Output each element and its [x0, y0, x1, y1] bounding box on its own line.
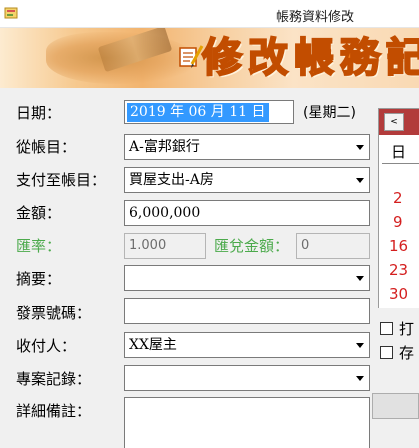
calendar-day[interactable]: 2	[393, 189, 403, 207]
calendar-day[interactable]: 30	[389, 285, 408, 303]
exchanged-amount-input[interactable]: 0	[296, 233, 370, 259]
calendar-header: <	[379, 109, 419, 135]
chevron-down-icon[interactable]	[351, 135, 369, 159]
payee-label: 收付人：	[16, 337, 77, 355]
summary-combo[interactable]	[124, 265, 370, 291]
calendar-sunday-header: 日	[391, 143, 407, 161]
chevron-down-icon[interactable]	[351, 333, 369, 357]
invoice-input[interactable]	[124, 298, 370, 324]
to-account-combo[interactable]: 買屋支出-A房	[124, 167, 370, 193]
option-checkbox-1[interactable]	[380, 322, 393, 335]
month-calendar[interactable]: < 日 2 9 16 23 30	[378, 108, 419, 308]
calendar-divider	[382, 163, 419, 164]
rate-value: 1.000	[129, 238, 167, 253]
amount-input[interactable]: 6,000,000	[124, 200, 370, 226]
invoice-label: 發票號碼：	[16, 304, 92, 322]
rate-label: 匯率：	[16, 237, 62, 255]
app-icon	[4, 7, 18, 19]
project-label: 專案記錄：	[16, 370, 92, 388]
project-combo[interactable]	[124, 365, 370, 391]
chevron-down-icon[interactable]	[351, 266, 369, 290]
project-side-button[interactable]	[372, 393, 419, 419]
account-edit-window: 帳務資料修改 修改帳務記錄 日期： 2019 年 06 月 11 日 (星期二)…	[0, 0, 419, 448]
notes-label: 詳細備註：	[16, 402, 92, 420]
to-account-label: 支付至帳目：	[16, 171, 107, 189]
window-title: 帳務資料修改	[276, 10, 355, 25]
notes-textarea[interactable]	[124, 397, 370, 448]
banner-title: 修改帳務記錄	[201, 33, 419, 82]
rate-input[interactable]: 1.000	[124, 233, 206, 259]
pencil-note-icon	[179, 45, 204, 68]
option-checkbox-1-label: 打	[399, 320, 415, 338]
option-checkbox-2-label: 存	[399, 344, 415, 362]
payee-value: XX屋主	[129, 337, 177, 353]
header-banner: 修改帳務記錄	[0, 28, 419, 88]
from-account-label: 從帳目：	[16, 138, 77, 156]
summary-label: 摘要：	[16, 270, 62, 288]
exchanged-amount-label: 匯兌金額：	[214, 237, 290, 255]
amount-value: 6,000,000	[129, 205, 201, 221]
option-checkbox-2[interactable]	[380, 346, 393, 359]
date-picker[interactable]: 2019 年 06 月 11 日	[124, 100, 294, 124]
amount-label: 金額：	[16, 204, 62, 222]
weekday-label: (星期二)	[303, 105, 356, 121]
calendar-day[interactable]: 16	[389, 237, 408, 255]
calendar-prev-button[interactable]: <	[384, 113, 404, 131]
chevron-down-icon[interactable]	[351, 168, 369, 192]
calendar-day[interactable]: 23	[389, 261, 408, 279]
from-account-value: A-富邦銀行	[129, 139, 200, 155]
payee-combo[interactable]: XX屋主	[124, 332, 370, 358]
title-bar[interactable]: 帳務資料修改	[0, 0, 419, 28]
to-account-value: 買屋支出-A房	[129, 172, 214, 188]
date-label: 日期：	[16, 104, 62, 122]
exchanged-amount-value: 0	[301, 238, 310, 253]
calendar-day[interactable]: 9	[393, 213, 403, 231]
date-value[interactable]: 2019 年 06 月 11 日	[127, 103, 269, 122]
chevron-down-icon[interactable]	[351, 366, 369, 390]
from-account-combo[interactable]: A-富邦銀行	[124, 134, 370, 160]
